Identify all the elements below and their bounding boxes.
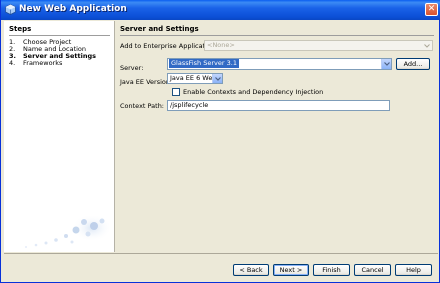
next-button[interactable]: Next > [273,264,309,276]
add-server-button[interactable]: Add... [396,58,430,70]
steps-divider [9,35,110,36]
steps-list: 1. Choose Project 2. Name and Location 3. S… [9,39,96,67]
step-label: Frameworks [23,59,63,67]
step-number: 4. [9,59,16,67]
context-path-label: Context Path: [120,102,164,110]
dialog-window: New Web Application ✕ Steps 1. Choose Pro… [0,0,440,283]
close-icon: ✕ [427,4,436,14]
title-bar[interactable]: New Web Application ✕ [1,0,440,20]
chevron-down-icon[interactable] [212,74,222,83]
server-label: Server: [120,64,144,72]
enterprise-app-label: Add to Enterprise Application: [120,42,218,50]
step-item-frameworks: 4. Frameworks [9,60,96,67]
panel-divider [120,35,434,36]
java-ee-version-select[interactable]: Java EE 6 Web [167,73,223,84]
server-select[interactable]: GlassFish Server 3.1 [167,58,392,70]
netbeans-cube-icon [5,4,16,15]
globe-decoration [25,216,112,248]
chevron-down-icon[interactable] [381,59,391,69]
close-button[interactable]: ✕ [425,3,438,16]
help-button[interactable]: Help [395,264,432,276]
button-bar-divider [4,253,438,254]
window-title: New Web Application [19,4,127,14]
panel-heading: Server and Settings [120,25,199,33]
steps-heading: Steps [9,25,32,33]
enterprise-app-value: <None> [207,41,235,49]
context-path-value: /jsplifecycle [170,101,209,109]
steps-panel: Steps 1. Choose Project 2. Name and Locati… [4,21,115,252]
back-button[interactable]: < Back [233,264,269,276]
settings-panel: Server and Settings Add to Enterprise Ap… [116,21,438,252]
enterprise-app-select: <None> [204,40,433,51]
java-ee-version-value: Java EE 6 Web [170,74,217,82]
finish-button[interactable]: Finish [313,264,350,276]
java-ee-version-label: Java EE Version: [120,78,173,86]
server-value: GlassFish Server 3.1 [169,59,239,68]
chevron-down-icon [422,41,432,50]
cdi-checkbox[interactable] [172,88,180,96]
cdi-checkbox-label[interactable]: Enable Contexts and Dependency Injection [183,88,323,96]
context-path-field[interactable]: /jsplifecycle [167,100,390,111]
cancel-button[interactable]: Cancel [354,264,391,276]
